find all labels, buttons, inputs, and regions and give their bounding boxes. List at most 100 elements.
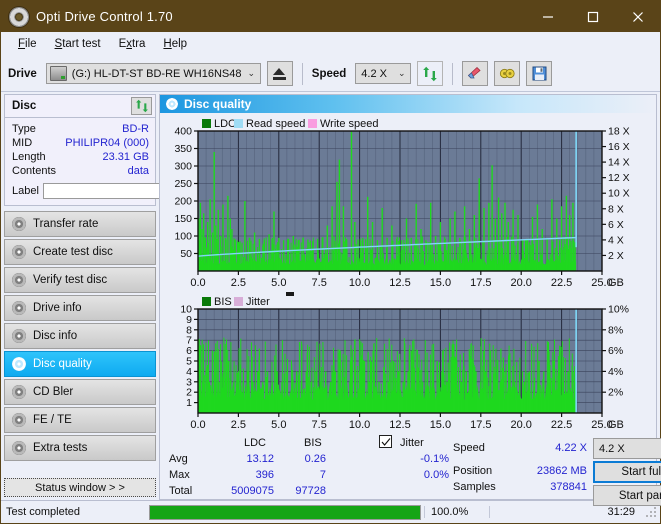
svg-text:8%: 8% [608,324,623,336]
stats-ldc-avg: 13.12 [204,453,274,465]
save-button[interactable] [526,61,552,86]
start-full-button[interactable]: Start full [593,461,661,483]
elapsed-time: 31:29 [489,506,645,518]
disc-icon [12,385,26,399]
svg-text:50: 50 [180,248,192,260]
stats-ldc-max: 396 [204,469,274,481]
menu-item-start-test[interactable]: Start test [46,35,110,53]
svg-text:2.5: 2.5 [231,277,246,289]
menu-item-extra[interactable]: Extra [110,35,155,53]
sidebar-item-label: Create test disc [33,246,113,258]
sidebar-item-label: FE / TE [33,414,72,426]
eject-button[interactable] [267,61,293,86]
stats-header-ldc: LDC [244,437,266,449]
sidebar-item-drive-info[interactable]: Drive info [4,295,156,321]
disc-icon [12,329,26,343]
save-icon [532,66,547,81]
menu-item-help-rest: elp [172,38,187,50]
svg-text:16 X: 16 X [608,141,630,153]
svg-text:300: 300 [174,161,192,173]
svg-text:2%: 2% [608,387,623,399]
stats-header-bis: BIS [304,437,322,449]
sidebar-item-cd-bler[interactable]: CD Bler [4,379,156,405]
toolbar-divider-2 [452,63,453,85]
disc-icon [12,357,26,371]
start-part-button[interactable]: Start part [593,485,661,506]
refresh-button[interactable] [417,61,443,86]
drive-select[interactable]: (G:) HL-DT-ST BD-RE WH16NS48 1.D3 ⌄ [46,63,261,84]
stats-jitter-avg: -0.1% [364,453,449,465]
speed-select-value: 4.2 X [356,68,393,80]
svg-text:3: 3 [186,376,192,388]
position-label: Position [453,465,492,477]
close-button[interactable] [615,1,660,32]
svg-text:10.0: 10.0 [349,277,370,289]
refresh-icon [422,66,438,82]
disc-row-contents-value: data [128,165,149,177]
sidebar-item-extra-tests[interactable]: Extra tests [4,435,156,461]
test-speed-select[interactable]: 4.2 X ⌄ [593,438,661,459]
jitter-checkbox[interactable] [379,435,392,448]
stats-row-label-total: Total [169,485,192,497]
svg-text:8 X: 8 X [608,203,624,215]
svg-text:22.5: 22.5 [551,277,572,289]
disc-icon [12,413,26,427]
sidebar-item-verify-test-disc[interactable]: Verify test disc [4,267,156,293]
sidebar-item-fe-te[interactable]: FE / TE [4,407,156,433]
svg-text:7.5: 7.5 [312,419,327,431]
speed-select[interactable]: 4.2 X ⌄ [355,63,411,84]
svg-text:6 X: 6 X [608,219,624,231]
svg-text:5: 5 [186,356,192,368]
disc-panel-title: Disc [12,100,36,112]
menu-item-help[interactable]: Help [154,35,196,53]
app-window: Opti Drive Control 1.70 File Start test … [0,0,661,524]
resize-grip-icon[interactable] [645,506,657,518]
sidebar-item-disc-quality[interactable]: Disc quality [4,351,156,377]
sidebar-item-label: Verify test disc [33,274,107,286]
stats-right: Speed 4.22 X Position 23862 MB Samples 3… [451,436,652,499]
speed-result-label: Speed [453,442,485,454]
disc-row-mid: MID PHILIPR04 (000) [12,136,149,150]
sidebar-item-label: Transfer rate [33,218,98,230]
svg-text:7: 7 [186,335,192,347]
disc-row-type-value: BD-R [122,123,149,135]
samples-label: Samples [453,481,496,493]
stats-row-label-avg: Avg [169,453,188,465]
menu-item-file[interactable]: File [9,35,46,53]
tools-button[interactable] [494,61,520,86]
status-window-button[interactable]: Status window > > [4,478,156,497]
svg-text:Read speed: Read speed [246,118,305,130]
svg-text:100: 100 [174,231,192,243]
progress-bar-fill [150,506,420,519]
disc-refresh-button[interactable] [131,97,152,115]
svg-text:17.5: 17.5 [470,277,491,289]
jitter-checkbox-box [379,435,392,448]
svg-text:BIS: BIS [214,296,232,308]
sidebar-item-label: CD Bler [33,386,73,398]
sidebar-item-transfer-rate[interactable]: Transfer rate [4,211,156,237]
svg-text:17.5: 17.5 [470,419,491,431]
chevron-down-icon: ⌄ [393,68,410,79]
stats-ldc-total: 5009075 [204,485,274,497]
svg-text:GB: GB [608,419,624,431]
tools-icon [499,66,516,81]
svg-text:0.0: 0.0 [190,419,205,431]
position-value: 23862 MB [509,465,587,477]
sidebar-nav: Transfer rate Create test disc Verify te… [4,211,156,461]
svg-text:Jitter: Jitter [246,296,270,308]
main-panel: Disc quality LDCRead speedWrite speed501… [159,94,657,500]
toolbar: Drive (G:) HL-DT-ST BD-RE WH16NS48 1.D3 … [1,56,660,92]
disc-row-mid-key: MID [12,137,32,149]
disc-icon [12,245,26,259]
sidebar-item-create-test-disc[interactable]: Create test disc [4,239,156,265]
maximize-button[interactable] [570,1,615,32]
erase-button[interactable] [462,61,488,86]
disc-icon [12,217,26,231]
status-text: Test completed [1,506,146,518]
disc-icon [166,98,178,110]
svg-text:2 X: 2 X [608,250,624,262]
sidebar-item-disc-info[interactable]: Disc info [4,323,156,349]
minimize-button[interactable] [525,1,570,32]
svg-text:2.5: 2.5 [231,419,246,431]
speed-label: Speed [312,68,347,80]
